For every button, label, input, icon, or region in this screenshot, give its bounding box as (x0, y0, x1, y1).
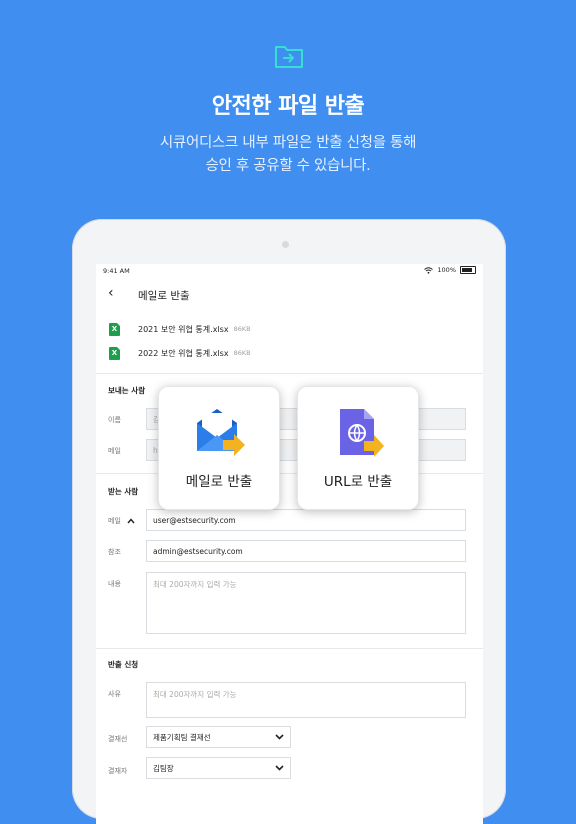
subheadline-line1: 시큐어디스크 내부 파일은 반출 신청을 통해 (159, 135, 417, 151)
approval-line-value: 제품기획팀 결재선 (153, 732, 211, 742)
chevron-down-icon (275, 765, 284, 771)
approval-line-label: 결재선 (108, 735, 128, 743)
subheadline-line2: 승인 후 공유할 수 있습니다. (205, 158, 371, 174)
headline: 안전한 파일 반출 (211, 94, 365, 119)
receiver-mail-field[interactable]: user@estsecurity.com (146, 509, 466, 531)
receiver-mail-label: 메일 (108, 517, 121, 525)
receiver-section-title: 받는 사람 (108, 487, 139, 496)
receiver-mail-label-group: 메일 (108, 516, 135, 526)
content-label: 내용 (108, 580, 121, 588)
mail-export-icon (197, 409, 245, 456)
sender-name-label: 이름 (108, 416, 121, 424)
chevron-left-icon[interactable]: ‹ (108, 285, 114, 301)
app-screen: 9:41 AM 100% ‹ 메일로 반출 X 2021 보안 위협 통계.xl… (96, 264, 483, 824)
chevron-down-icon (275, 734, 284, 740)
battery-icon (460, 266, 476, 274)
tablet-frame: 9:41 AM 100% ‹ 메일로 반출 X 2021 보안 위협 통계.xl… (72, 219, 506, 824)
url-export-option[interactable]: URL로 반출 (297, 386, 419, 510)
chevron-up-icon[interactable] (127, 518, 135, 524)
nav-bar: ‹ 메일로 반출 (96, 282, 483, 306)
file-size: 86KB (233, 349, 251, 357)
file-size: 86KB (233, 325, 251, 333)
approval-line-select[interactable]: 제품기획팀 결재선 (146, 726, 291, 748)
divider (96, 473, 483, 474)
reason-textarea[interactable]: 최대 200자까지 입력 가능 (146, 682, 466, 718)
cc-field[interactable]: admin@estsecurity.com (146, 540, 466, 562)
mail-export-option[interactable]: 메일로 반출 (158, 386, 280, 510)
sender-mail-label: 메일 (108, 447, 121, 455)
status-time: 9:41 AM (103, 267, 130, 275)
status-bar: 9:41 AM 100% (96, 264, 483, 278)
request-section-title: 반출 신청 (108, 660, 139, 669)
folder-export-icon (275, 46, 303, 68)
sender-section-title: 보내는 사람 (108, 386, 146, 395)
wifi-icon (424, 266, 434, 274)
url-export-icon (340, 409, 384, 457)
camera-dot (282, 241, 289, 248)
xls-file-icon: X (109, 322, 120, 336)
file-item[interactable]: X 2022 보안 위협 통계.xlsx 86KB (109, 344, 251, 362)
content-textarea[interactable]: 최대 200자까지 입력 가능 (146, 572, 466, 634)
file-item[interactable]: X 2021 보안 위협 통계.xlsx 86KB (109, 320, 251, 338)
reason-label: 사유 (108, 690, 121, 698)
approver-value: 김팀장 (153, 763, 174, 773)
xls-file-icon: X (109, 346, 120, 360)
file-name: 2021 보안 위협 통계.xlsx (138, 324, 229, 334)
file-name: 2022 보안 위협 통계.xlsx (138, 348, 229, 358)
mail-export-label: 메일로 반출 (185, 474, 253, 490)
battery-percent: 100% (437, 266, 456, 274)
url-export-label: URL로 반출 (323, 474, 393, 490)
page-title: 메일로 반출 (138, 290, 190, 302)
divider (96, 648, 483, 649)
cc-label: 참조 (108, 548, 121, 556)
approver-select[interactable]: 김팀장 (146, 757, 291, 779)
divider (96, 373, 483, 374)
